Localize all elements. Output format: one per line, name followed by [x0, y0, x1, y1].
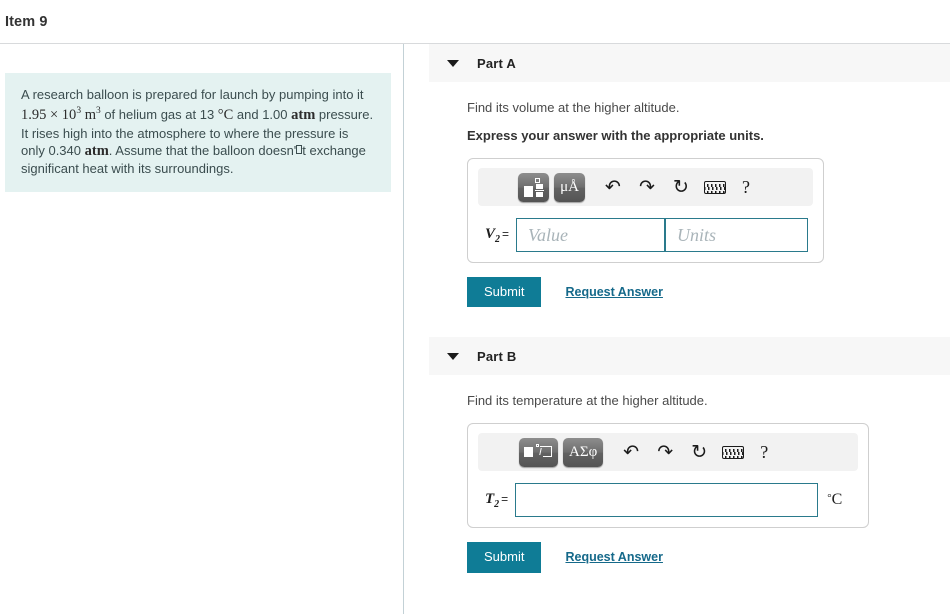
problem-statement-text: A research balloon is prepared for launc… [21, 86, 375, 178]
part-b-unit-suffix: °C [827, 491, 843, 509]
part-a-variable-label: V2 = [485, 225, 510, 245]
keyboard-icon[interactable] [704, 180, 726, 194]
problem-panel: A research balloon is prepared for launc… [0, 44, 404, 614]
reset-icon[interactable]: ↻ [667, 177, 695, 197]
part-a-body: Find its volume at the higher altitude. … [404, 100, 950, 308]
greek-symbols-label: ΑΣφ [569, 443, 598, 460]
part-b-answer-row: T2 = °C [478, 483, 858, 518]
redo-icon[interactable]: ↷ [651, 442, 679, 462]
part-b-section: Part B Find its temperature at the highe… [404, 337, 950, 573]
chevron-down-icon[interactable] [447, 59, 459, 67]
content-area: A research balloon is prepared for launc… [0, 44, 950, 614]
problem-seg-11: . Assume that the balloon doesn' [108, 143, 297, 159]
problem-math-celsius: °C [217, 107, 234, 124]
help-icon[interactable]: ? [750, 443, 778, 461]
greek-symbols-button[interactable]: ΑΣφ [563, 437, 604, 467]
problem-seg-5: of helium gas at 13 [100, 107, 218, 123]
part-b-request-answer-link[interactable]: Request Answer [565, 550, 662, 564]
part-b-answer-widget: ΑΣφ ↶ ↷ ↻ ? T2 = °C [467, 423, 869, 529]
part-b-value-input[interactable] [515, 483, 819, 518]
part-a-value-placeholder: Value [528, 224, 569, 245]
part-a-label: Part A [477, 55, 517, 71]
part-a-units-placeholder: Units [677, 224, 717, 245]
part-a-units-input[interactable]: Units [665, 218, 809, 252]
help-icon[interactable]: ? [732, 178, 760, 196]
part-a-answer-widget: μÅ ↶ ↷ ↻ ? V2 = Value Units [467, 158, 824, 263]
undo-icon[interactable]: ↶ [617, 442, 645, 462]
parts-panel: Part A Find its volume at the higher alt… [404, 44, 950, 614]
chevron-down-icon[interactable] [447, 352, 459, 360]
redo-icon[interactable]: ↷ [633, 177, 661, 197]
missing-glyph-icon [296, 145, 303, 155]
reset-icon[interactable]: ↻ [685, 442, 713, 462]
page-header: Item 9 [0, 0, 950, 44]
part-b-toolbar: ΑΣφ ↶ ↷ ↻ ? [478, 433, 858, 472]
part-a-prompt: Find its volume at the higher altitude. [467, 100, 680, 115]
part-a-value-input[interactable]: Value [516, 218, 666, 252]
part-a-section: Part A Find its volume at the higher alt… [404, 44, 950, 308]
part-a-toolbar: μÅ ↶ ↷ ↻ ? [478, 168, 813, 206]
problem-math-volume: 1.95 × 103 m3 [21, 106, 101, 124]
part-a-submit-button[interactable]: Submit [467, 277, 542, 308]
template-icon [523, 177, 544, 197]
part-b-prompt: Find its temperature at the higher altit… [467, 393, 708, 409]
part-a-request-answer-link[interactable]: Request Answer [565, 285, 662, 299]
radical-icon [524, 442, 553, 462]
units-symbols-label: μÅ [560, 178, 579, 195]
undo-icon[interactable]: ↶ [599, 177, 627, 197]
part-a-answer-row: V2 = Value Units [478, 218, 813, 252]
problem-statement-box: A research balloon is prepared for launc… [5, 73, 391, 192]
problem-seg-0: A research balloon is prepared for launc… [21, 87, 364, 102]
part-a-header[interactable]: Part A [429, 44, 950, 82]
problem-seg-7: and 1.00 [233, 107, 292, 123]
part-b-body: Find its temperature at the higher altit… [404, 393, 950, 573]
part-a-instruction: Express your answer with the appropriate… [467, 128, 764, 143]
part-a-actions: Submit Request Answer [467, 277, 940, 308]
keyboard-icon[interactable] [722, 445, 745, 459]
part-b-actions: Submit Request Answer [467, 542, 940, 573]
problem-math-atm-2: atm [84, 143, 109, 160]
part-b-header[interactable]: Part B [429, 337, 950, 376]
problem-math-atm-1: atm [291, 107, 316, 124]
units-symbols-button[interactable]: μÅ [554, 172, 585, 202]
page-title: Item 9 [5, 13, 48, 30]
part-b-variable-label: T2 = [485, 490, 509, 510]
part-b-submit-button[interactable]: Submit [467, 542, 542, 573]
template-icon-button[interactable] [518, 172, 549, 202]
radical-icon-button[interactable] [519, 437, 558, 467]
part-b-label: Part B [477, 348, 517, 364]
